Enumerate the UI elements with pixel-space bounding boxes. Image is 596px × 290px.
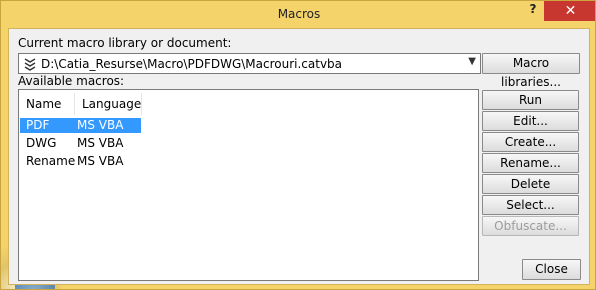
- title-bar: Macros ? ✕: [1, 1, 595, 27]
- column-separator: [141, 93, 142, 115]
- library-path: D:\Catia_Resurse\Macro\PDFDWG\Macrouri.c…: [41, 57, 343, 71]
- select-button[interactable]: Select...: [482, 195, 579, 215]
- macros-dialog: Macros ? ✕ Current macro library or docu…: [0, 0, 596, 290]
- library-label: Current macro library or document:: [18, 36, 232, 50]
- window-title: Macros: [277, 7, 321, 21]
- library-icon: [24, 58, 36, 71]
- list-item[interactable]: Rename MS VBA: [20, 154, 141, 169]
- run-button[interactable]: Run: [482, 90, 579, 110]
- available-macros-label: Available macros:: [18, 74, 125, 88]
- macro-name: PDF: [26, 118, 50, 132]
- macro-name: DWG: [26, 136, 57, 150]
- library-combobox[interactable]: D:\Catia_Resurse\Macro\PDFDWG\Macrouri.c…: [18, 53, 481, 74]
- chevron-down-icon[interactable]: ▼: [468, 56, 476, 67]
- macro-language: MS VBA: [77, 136, 124, 150]
- window-close-button[interactable]: ✕: [544, 1, 595, 21]
- macro-language: MS VBA: [77, 154, 124, 168]
- rename-button[interactable]: Rename...: [482, 153, 579, 173]
- close-button[interactable]: Close: [522, 259, 581, 280]
- list-item[interactable]: PDF MS VBA: [20, 118, 141, 133]
- create-button[interactable]: Create...: [482, 132, 579, 152]
- delete-button[interactable]: Delete: [482, 174, 579, 194]
- obfuscate-button[interactable]: Obfuscate...: [482, 216, 579, 236]
- column-separator: [74, 93, 75, 115]
- help-button[interactable]: ?: [526, 2, 540, 18]
- column-header-language[interactable]: Language: [82, 93, 141, 115]
- edit-button[interactable]: Edit...: [482, 111, 579, 131]
- column-header-name[interactable]: Name: [26, 93, 61, 115]
- macro-libraries-button[interactable]: Macro libraries...: [482, 53, 580, 89]
- list-item[interactable]: DWG MS VBA: [20, 136, 141, 151]
- macros-list[interactable]: Name Language PDF MS VBA DWG MS VBA Rena…: [18, 89, 479, 281]
- macro-language: MS VBA: [77, 118, 124, 132]
- dialog-content: Current macro library or document: D:\Ca…: [8, 28, 590, 285]
- macro-name: Rename: [26, 154, 76, 168]
